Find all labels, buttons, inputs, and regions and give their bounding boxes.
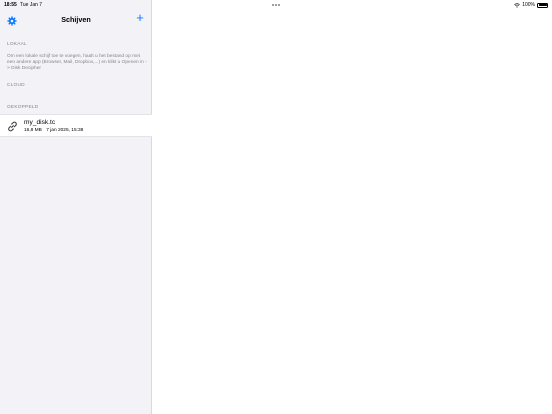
lokaal-info-text: Om een lokale schijf toe te voegen, haal…: [7, 54, 147, 72]
status-indicators: 100%: [514, 2, 548, 8]
disk-list-item[interactable]: my_disk.tc 16,8 MB 7 jan 2025, 15:38: [0, 114, 152, 137]
page-title: Schijven: [61, 15, 91, 24]
status-bar: 18:55 Tue Jan 7 100%: [0, 0, 552, 10]
disk-date: 7 jan 2025, 15:38: [46, 128, 84, 133]
disk-name: my_disk.tc: [24, 119, 56, 126]
status-date: Tue Jan 7: [20, 2, 43, 8]
status-time: 18:55: [4, 2, 17, 8]
sidebar: Schijven + LOKAAL Om een lokale schijf t…: [0, 0, 152, 414]
battery-icon: [537, 2, 548, 8]
screen: Schijven + LOKAAL Om een lokale schijf t…: [0, 0, 552, 414]
nav-bar: Schijven +: [0, 10, 152, 28]
section-header-cloud: CLOUD: [7, 83, 25, 88]
wifi-icon: [514, 2, 521, 8]
link-icon: [8, 121, 17, 132]
battery-percent: 100%: [522, 2, 535, 8]
disk-meta: 16,8 MB 7 jan 2025, 15:38: [24, 128, 83, 133]
add-disk-button[interactable]: +: [134, 11, 146, 25]
section-header-gekoppeld: GEKOPPELD: [7, 105, 39, 110]
disk-size: 16,8 MB: [24, 128, 42, 133]
section-header-lokaal: LOKAAL: [7, 42, 27, 47]
